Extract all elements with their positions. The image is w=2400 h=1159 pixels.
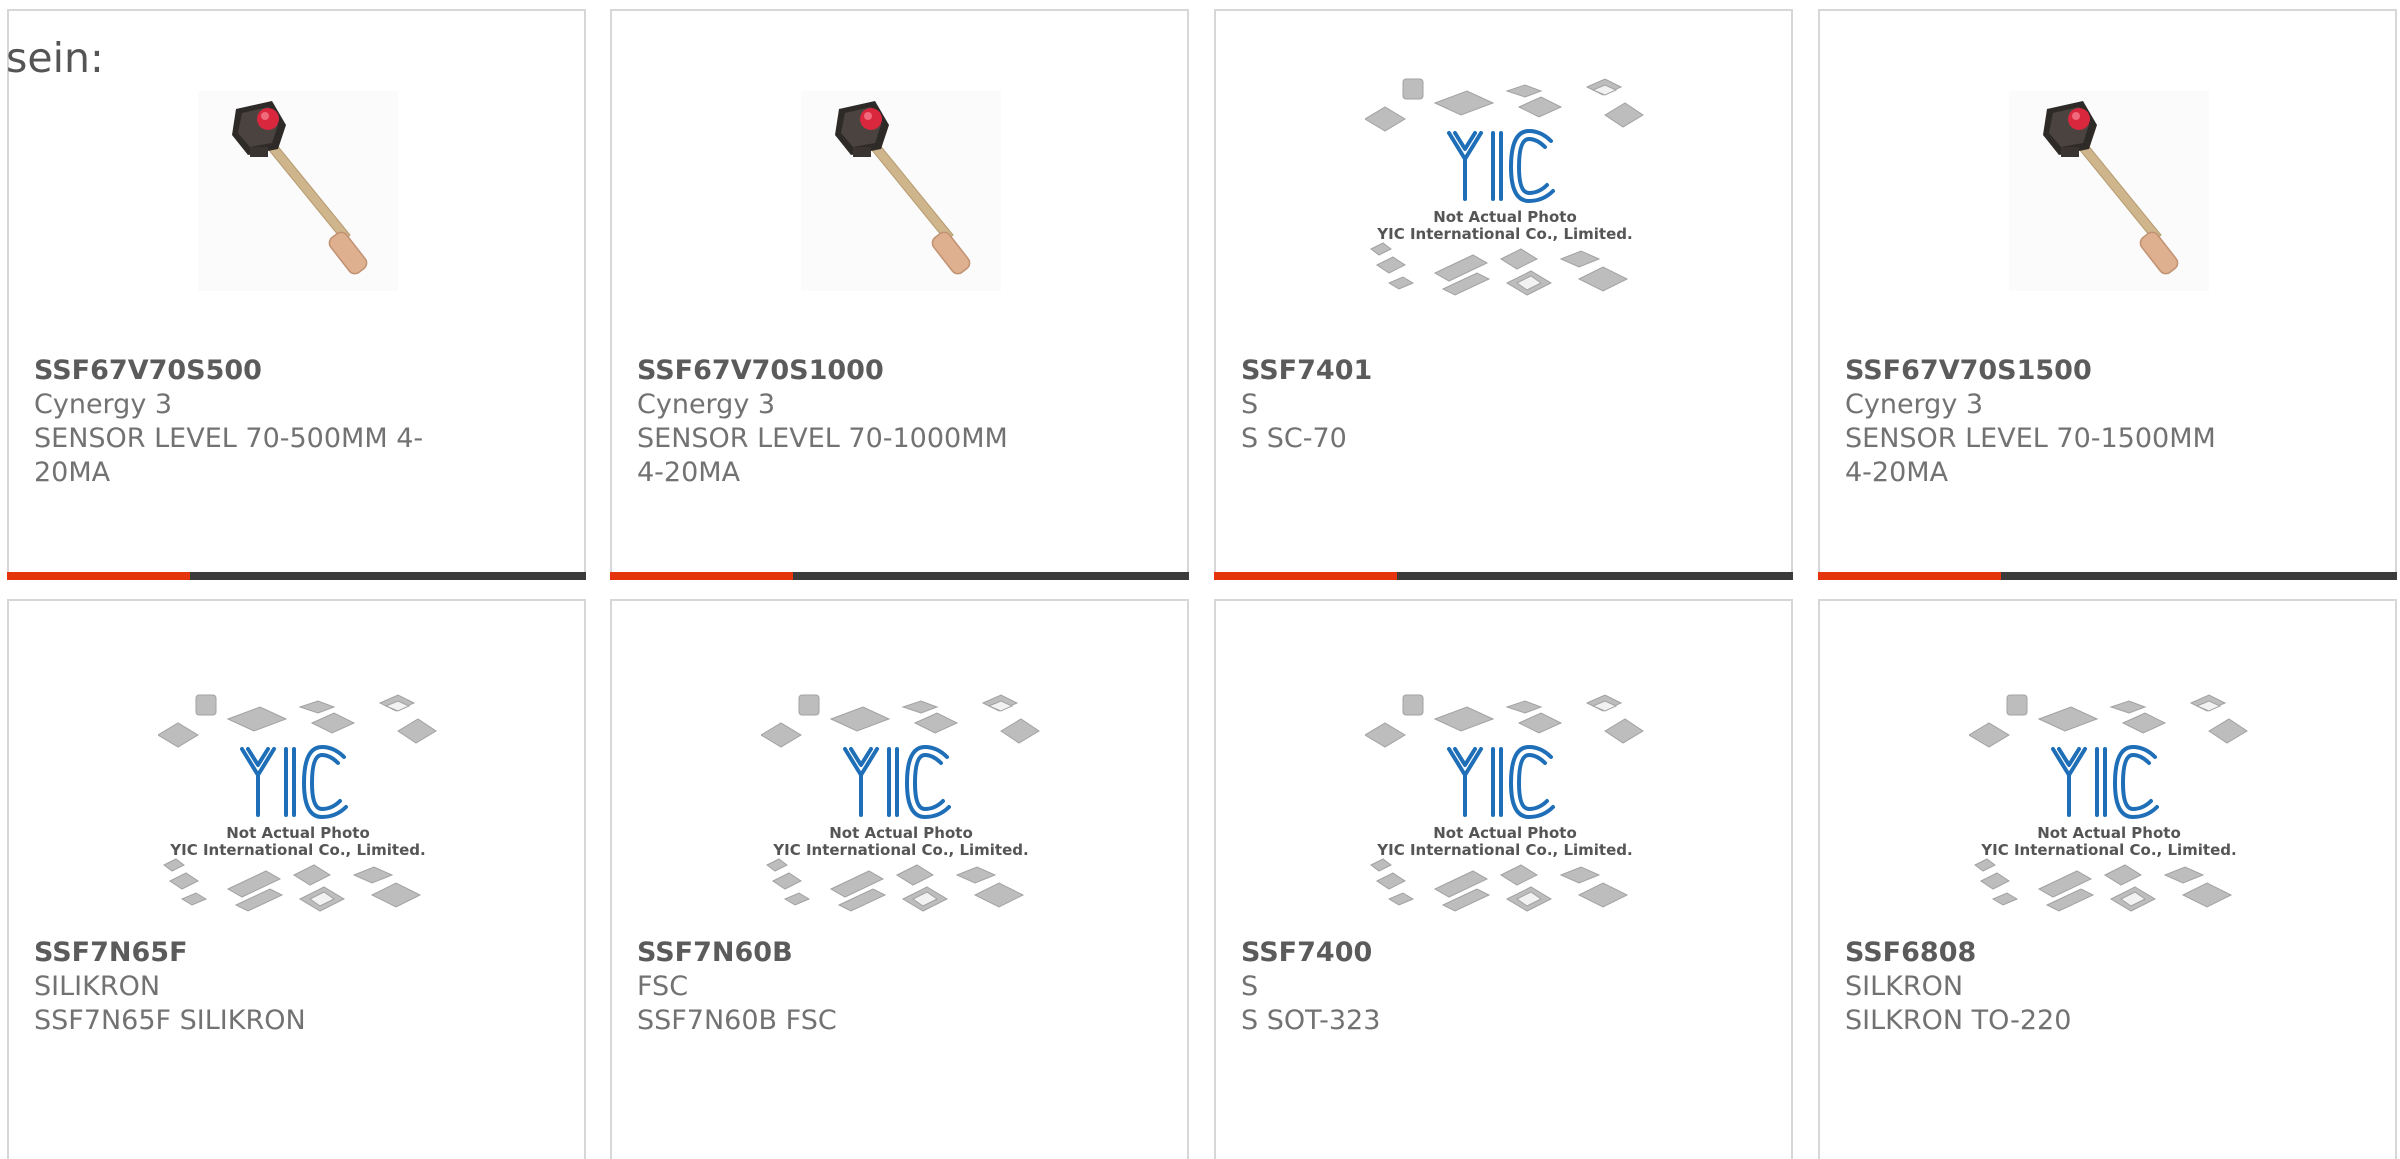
product-image[interactable]: Not Actual Photo YIC International Co., … xyxy=(761,687,1041,927)
manufacturer: SILIKRON xyxy=(34,971,161,1002)
placeholder-caption: Not Actual Photo xyxy=(1433,208,1577,226)
placeholder-caption: Not Actual Photo xyxy=(226,824,370,842)
product-image[interactable]: Not Actual Photo YIC International Co., … xyxy=(1365,71,1645,311)
manufacturer: FSC xyxy=(637,971,689,1002)
manufacturer: S xyxy=(1241,971,1259,1002)
card-accent-bar xyxy=(1818,572,2397,580)
card-accent-bar xyxy=(7,572,586,580)
product-description: SSF7N60B FSC xyxy=(637,1005,837,1036)
accent-segment xyxy=(1214,572,1397,580)
product-description: SSF7N65F SILIKRON xyxy=(34,1005,306,1036)
placeholder-caption: YIC International Co., Limited. xyxy=(169,841,425,859)
lead-text: sein: xyxy=(6,34,104,82)
product-image[interactable]: Not Actual Photo YIC International Co., … xyxy=(1365,687,1645,927)
placeholder-caption: YIC International Co., Limited. xyxy=(772,841,1028,859)
product-card[interactable]: SSF67V70S1000 Cynergy 3 SENSOR LEVEL 70-… xyxy=(610,9,1189,580)
product-card[interactable]: SSF67V70S500 Cynergy 3 SENSOR LEVEL 70-5… xyxy=(7,9,586,580)
part-number[interactable]: SSF67V70S1500 xyxy=(1845,354,2245,388)
product-image[interactable]: Not Actual Photo YIC International Co., … xyxy=(1969,687,2249,927)
part-number[interactable]: SSF7N60B xyxy=(637,936,1037,970)
accent-segment xyxy=(610,572,793,580)
part-number[interactable]: SSF7N65F xyxy=(34,936,434,970)
product-card[interactable]: Not Actual Photo YIC International Co., … xyxy=(7,599,586,1159)
product-description: S SC-70 xyxy=(1241,423,1347,454)
product-description: SENSOR LEVEL 70-1000MM 4-20MA xyxy=(637,423,1008,488)
product-card[interactable]: Not Actual Photo YIC International Co., … xyxy=(1214,599,1793,1159)
product-image[interactable] xyxy=(158,71,438,311)
placeholder-caption: YIC International Co., Limited. xyxy=(1376,225,1632,243)
product-card[interactable]: SSF67V70S1500 Cynergy 3 SENSOR LEVEL 70-… xyxy=(1818,9,2397,580)
accent-segment xyxy=(1818,572,2001,580)
manufacturer: Cynergy 3 xyxy=(34,389,173,420)
manufacturer: S xyxy=(1241,389,1259,420)
manufacturer: Cynergy 3 xyxy=(1845,389,1984,420)
manufacturer: SILKRON xyxy=(1845,971,1964,1002)
part-number[interactable]: SSF67V70S500 xyxy=(34,354,434,388)
part-number[interactable]: SSF6808 xyxy=(1845,936,2245,970)
card-accent-bar xyxy=(1214,572,1793,580)
product-image[interactable] xyxy=(1969,71,2249,311)
accent-segment xyxy=(7,572,190,580)
part-number[interactable]: SSF7401 xyxy=(1241,354,1641,388)
part-number[interactable]: SSF67V70S1000 xyxy=(637,354,1037,388)
product-card[interactable]: Not Actual Photo YIC International Co., … xyxy=(1214,9,1793,580)
product-card[interactable]: Not Actual Photo YIC International Co., … xyxy=(610,599,1189,1159)
placeholder-caption: Not Actual Photo xyxy=(1433,824,1577,842)
placeholder-caption: Not Actual Photo xyxy=(2037,824,2181,842)
product-description: SENSOR LEVEL 70-500MM 4-20MA xyxy=(34,423,424,488)
card-accent-bar xyxy=(610,572,1189,580)
manufacturer: Cynergy 3 xyxy=(637,389,776,420)
part-number[interactable]: SSF7400 xyxy=(1241,936,1641,970)
placeholder-caption: YIC International Co., Limited. xyxy=(1980,841,2236,859)
product-card[interactable]: Not Actual Photo YIC International Co., … xyxy=(1818,599,2397,1159)
product-description: SENSOR LEVEL 70-1500MM 4-20MA xyxy=(1845,423,2216,488)
product-description: SILKRON TO-220 xyxy=(1845,1005,2072,1036)
placeholder-caption: Not Actual Photo xyxy=(829,824,973,842)
product-image[interactable] xyxy=(761,71,1041,311)
product-image[interactable]: Not Actual Photo YIC International Co., … xyxy=(158,687,438,927)
placeholder-caption: YIC International Co., Limited. xyxy=(1376,841,1632,859)
product-description: S SOT-323 xyxy=(1241,1005,1381,1036)
